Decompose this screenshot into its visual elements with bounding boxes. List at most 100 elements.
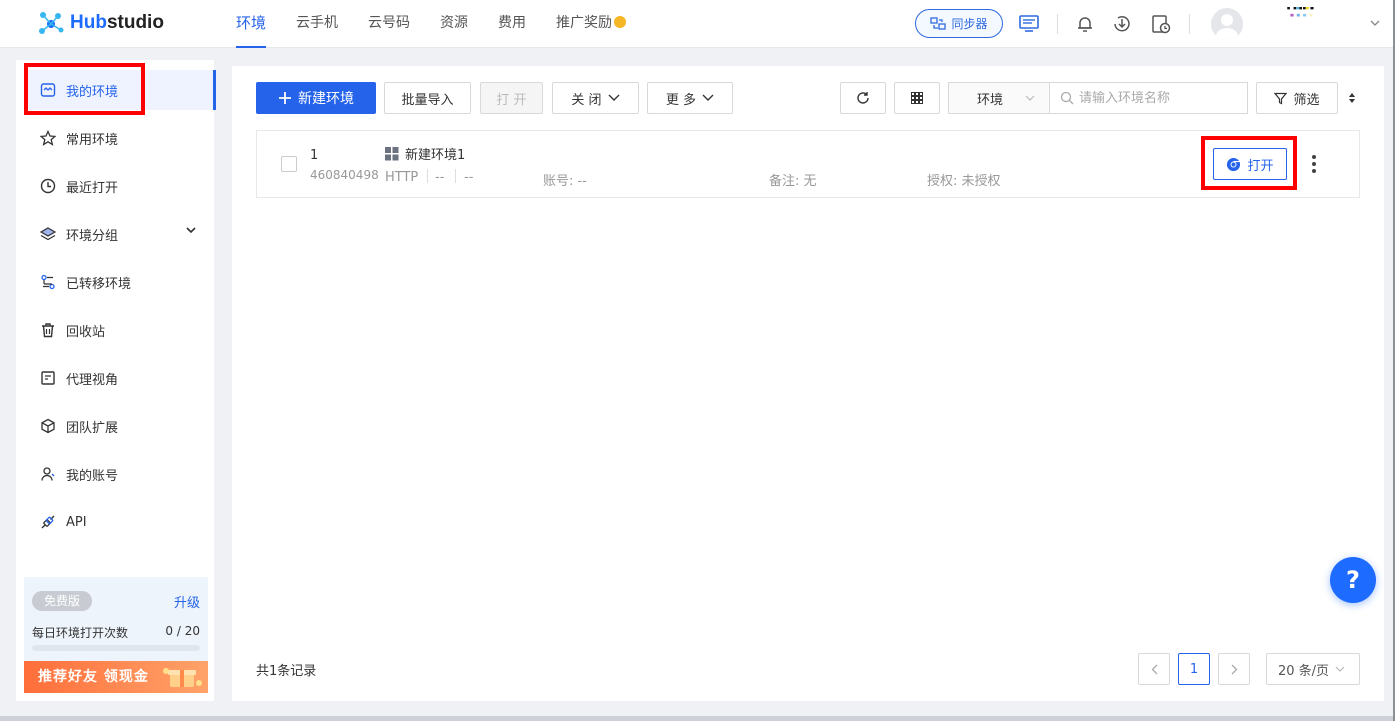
sync-icon (930, 16, 947, 30)
sidebar-item-label: 代理视角 (66, 372, 119, 388)
monitor-icon[interactable] (1017, 12, 1041, 36)
sidebar-item-label: 最近打开 (66, 180, 119, 196)
daily-open-label: 每日环境打开次数 (32, 626, 129, 640)
chevron-down-icon (702, 94, 714, 101)
sidebar-item-label: 我的环境 (66, 84, 119, 100)
chevron-left-icon (1151, 664, 1157, 674)
user-avatar[interactable] (1211, 8, 1243, 40)
chevron-down-icon (608, 94, 620, 101)
sidebar-item-label: 团队扩展 (66, 420, 119, 436)
nav-tab-cloud-phone[interactable]: 云手机 (296, 0, 338, 48)
logo-text-studio: studio (106, 12, 164, 33)
grid-view-button[interactable] (894, 82, 940, 114)
sort-icon[interactable] (1348, 92, 1356, 104)
history-icon[interactable] (1149, 12, 1173, 36)
close-dropdown-button[interactable]: 关 闭 (552, 82, 639, 114)
meta-divider (427, 169, 428, 183)
more-dropdown-button[interactable]: 更 多 (647, 82, 733, 114)
open-selected-button[interactable]: 打 开 (480, 82, 543, 114)
user-menu-chevron-icon[interactable] (1370, 20, 1380, 26)
sidebar-item-recently-opened[interactable]: 最近打开 (24, 166, 214, 206)
nav-tab-referral[interactable]: 推广奖励 (556, 0, 627, 48)
proxy-host: -- (435, 170, 445, 185)
filter-button[interactable]: 筛选 (1256, 82, 1338, 114)
chevron-down-icon (1025, 95, 1035, 101)
header-divider (1057, 14, 1058, 34)
sync-label: 同步器 (951, 17, 988, 31)
nav-tab-billing[interactable]: 费用 (498, 0, 526, 48)
sidebar-item-api[interactable]: API (24, 502, 214, 542)
row-index: 1 (310, 148, 319, 163)
star-icon (40, 130, 56, 146)
logo-text-hub: Hub (70, 12, 107, 33)
sidebar-item-transferred-environments[interactable]: 已转移环境 (24, 262, 214, 302)
row-more-menu-icon[interactable] (1307, 152, 1321, 176)
help-button[interactable]: ? (1330, 557, 1376, 603)
sync-button[interactable]: 同步器 (915, 9, 1003, 38)
environment-type-value: 环境 (977, 92, 1004, 108)
nav-tab-referral-label: 推广奖励 (556, 15, 613, 31)
new-environment-label: 新建环境 (298, 91, 354, 107)
sidebar-item-label: API (66, 514, 87, 530)
coin-icon (614, 16, 627, 28)
authorization-info: 授权: 未授权 (927, 174, 1001, 189)
sidebar-item-my-environments[interactable]: 我的环境 (24, 70, 216, 110)
promo-label: 推荐好友 领现金 (38, 669, 149, 685)
sidebar-item-label: 常用环境 (66, 132, 119, 148)
bell-icon[interactable] (1073, 12, 1097, 36)
environment-name[interactable]: 新建环境1 (385, 144, 465, 163)
page-number-button[interactable]: 1 (1178, 653, 1210, 685)
sidebar-item-team-extension[interactable]: 团队扩展 (24, 406, 214, 446)
clock-icon (40, 178, 56, 194)
logo-icon (39, 12, 64, 34)
chevron-right-icon (1231, 664, 1237, 674)
open-environment-button[interactable]: 打开 (1213, 148, 1287, 180)
user-icon (41, 467, 55, 481)
search-input[interactable] (1079, 90, 1239, 106)
prev-page-button[interactable] (1138, 653, 1170, 685)
sidebar-item-favorite-environments[interactable]: 常用环境 (24, 118, 214, 158)
sidebar-item-proxy-view[interactable]: 代理视角 (24, 358, 214, 398)
environment-type-select[interactable]: 环境 (948, 82, 1050, 114)
main-nav: 环境 云手机 云号码 资源 费用 推广奖励 (236, 0, 656, 48)
gift-icon (163, 668, 202, 687)
total-records: 共1条记录 (256, 664, 317, 679)
sidebar-item-label: 已转移环境 (66, 276, 132, 292)
more-label: 更 多 (665, 92, 697, 108)
chevron-down-icon (1335, 666, 1345, 672)
sidebar-item-my-account[interactable]: 我的账号 (24, 454, 214, 494)
next-page-button[interactable] (1218, 653, 1250, 685)
plan-badge: 免费版 (32, 591, 92, 611)
sidebar-item-label: 环境分组 (66, 228, 119, 244)
environment-icon (40, 83, 56, 97)
referral-promo-banner[interactable]: 推荐好友 领现金 (24, 661, 208, 693)
daily-open-count: 0 / 20 (165, 624, 200, 638)
row-id: 460840498 (310, 168, 379, 182)
nav-tab-cloud-number[interactable]: 云号码 (368, 0, 410, 48)
trash-icon (42, 323, 54, 338)
sidebar-item-environment-groups[interactable]: 环境分组 (24, 214, 214, 254)
page-size-value: 20 条/页 (1278, 663, 1330, 679)
main-panel: 新建环境 批量导入 打 开 关 闭 更 多 环境 筛选 1 460840498 … (232, 66, 1384, 701)
download-icon[interactable] (1110, 12, 1134, 36)
nav-tab-environment[interactable]: 环境 (236, 0, 267, 48)
top-bar: Hubstudio 环境 云手机 云号码 资源 费用 推广奖励 同步器 (0, 0, 1395, 48)
search-icon (1060, 91, 1074, 105)
layers-icon (40, 227, 56, 241)
row-checkbox[interactable] (281, 156, 297, 172)
sidebar-item-recycle-bin[interactable]: 回收站 (24, 310, 214, 350)
new-environment-button[interactable]: 新建环境 (256, 82, 376, 114)
batch-import-button[interactable]: 批量导入 (384, 82, 471, 114)
chevron-down-icon[interactable] (186, 227, 196, 234)
windows-icon (385, 146, 399, 160)
page-size-select[interactable]: 20 条/页 (1266, 653, 1360, 685)
sidebar-item-label: 回收站 (66, 324, 106, 340)
nav-tab-resources[interactable]: 资源 (440, 0, 468, 48)
upgrade-link[interactable]: 升级 (174, 592, 200, 611)
api-icon (41, 515, 55, 529)
table-row[interactable]: 1 460840498 新建环境1 HTTP -- -- 账号: -- 备注: … (256, 130, 1360, 198)
refresh-button[interactable] (840, 82, 886, 114)
app-logo[interactable]: Hubstudio (38, 11, 164, 35)
chrome-icon (1227, 157, 1241, 171)
daily-open-progress (32, 645, 200, 651)
